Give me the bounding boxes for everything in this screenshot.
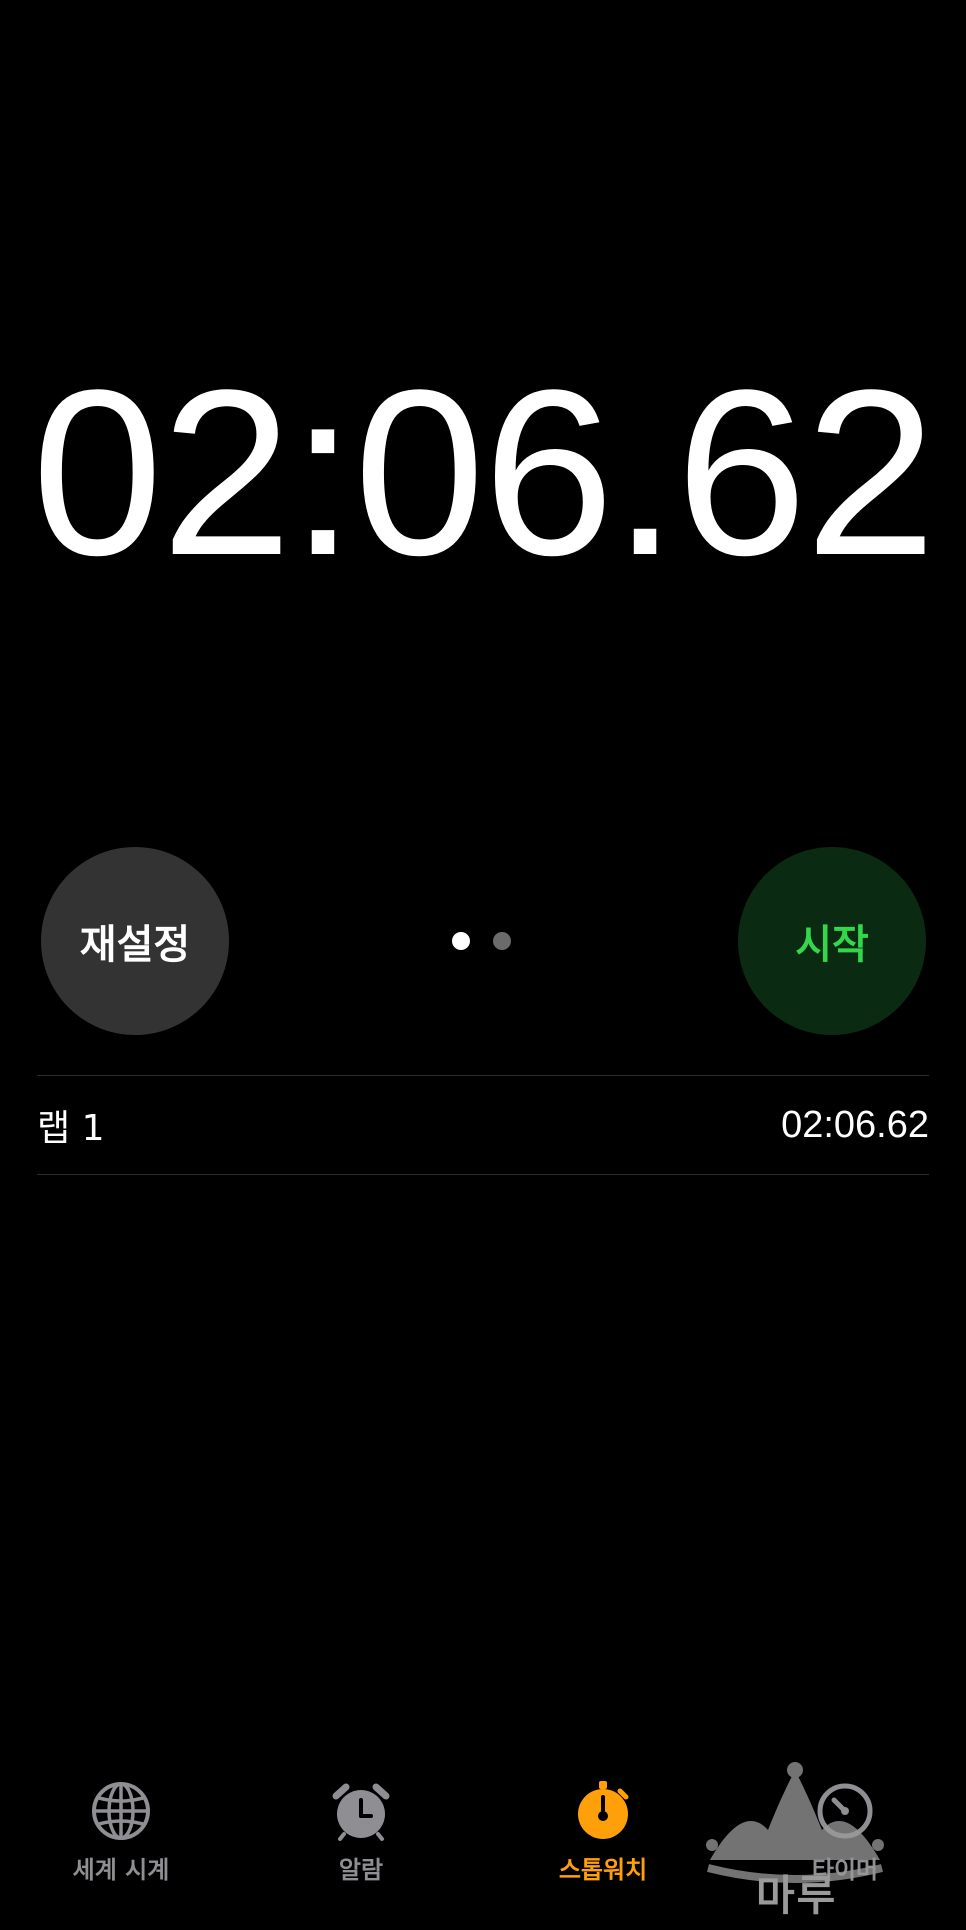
reset-button[interactable]: 재설정 bbox=[41, 847, 229, 1035]
tab-label: 스톱워치 bbox=[558, 1856, 648, 1884]
stopwatch-time-display: 02:06.62 bbox=[31, 341, 937, 605]
lap-label: 랩 1 bbox=[37, 1108, 105, 1149]
tab-alarm[interactable]: 알람 bbox=[261, 1780, 461, 1885]
lap-list-bottom-divider bbox=[37, 1174, 929, 1175]
globe-icon bbox=[92, 1782, 150, 1840]
page-indicator[interactable] bbox=[452, 932, 511, 950]
lap-time: 02:06.62 bbox=[781, 1103, 929, 1146]
tab-stopwatch[interactable]: 스톱워치 bbox=[503, 1780, 703, 1885]
lap-row: 랩 1 02:06.62 bbox=[37, 1076, 929, 1174]
page-dot-active[interactable] bbox=[452, 932, 470, 950]
stopwatch-icon bbox=[578, 1781, 629, 1839]
page-dot-inactive[interactable] bbox=[493, 932, 511, 950]
start-button[interactable]: 시작 bbox=[738, 847, 926, 1035]
tab-label: 알람 bbox=[338, 1856, 384, 1884]
tab-world-clock[interactable]: 세계 시계 bbox=[21, 1780, 221, 1885]
alarm-clock-icon bbox=[332, 1783, 390, 1841]
tab-label: 세계 시계 bbox=[72, 1856, 170, 1884]
watermark-text: 마루 bbox=[756, 1871, 838, 1920]
